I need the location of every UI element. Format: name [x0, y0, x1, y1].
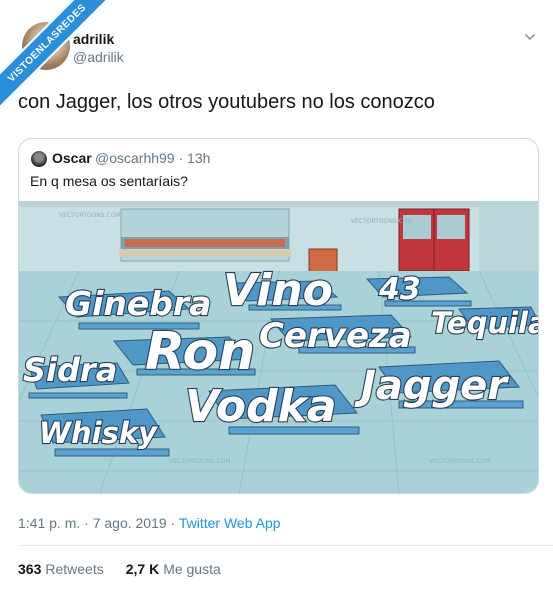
image-watermark: VECTORTOONS.COM — [169, 458, 231, 465]
label-43: 43 — [378, 272, 421, 307]
quoted-author-name: Oscar — [52, 150, 92, 166]
timestamp[interactable]: 1:41 p. m. · 7 ago. 2019 · — [18, 515, 179, 531]
label-vino: Vino — [223, 265, 333, 316]
watermark-ribbon: VISTOENLASREDES — [0, 0, 110, 110]
image-watermark: VECTORTOONS.COM — [351, 218, 413, 225]
retweets-stat[interactable]: 363 Retweets — [18, 561, 104, 577]
label-sidra: Sidra — [23, 351, 117, 389]
watermark-text: VISTOENLASREDES — [0, 0, 110, 110]
tweet-meta: 1:41 p. m. · 7 ago. 2019 · Twitter Web A… — [18, 515, 281, 531]
label-whisky: Whisky — [39, 416, 158, 450]
quoted-avatar — [31, 151, 47, 167]
retweets-label: Retweets — [45, 561, 104, 577]
label-ron: Ron — [145, 322, 255, 382]
retweets-count: 363 — [18, 561, 42, 577]
likes-label: Me gusta — [163, 561, 221, 577]
label-tequila: Tequila — [431, 306, 539, 340]
label-cerveza: Cerveza — [259, 316, 412, 356]
quoted-handle-time: @oscarhh99 · 13h — [95, 150, 211, 166]
image-watermark: VECTORTOONS.COM — [59, 212, 121, 219]
quoted-tweet[interactable]: Oscar @oscarhh99 · 13h En q mesa os sent… — [18, 138, 539, 494]
label-vodka: Vodka — [185, 381, 337, 432]
chevron-down-icon[interactable] — [523, 30, 537, 44]
image-watermark: VECTORTOONS.COM — [429, 458, 491, 465]
source-app-link[interactable]: Twitter Web App — [179, 515, 281, 531]
label-jagger: Jagger — [354, 363, 509, 409]
tweet-stats: 363 Retweets 2,7 K Me gusta — [18, 561, 221, 577]
quoted-text: En q mesa os sentaríais? — [30, 173, 188, 189]
quoted-image[interactable]: VECTORTOONS.COM VECTORTOONS.COM VECTORTO… — [19, 201, 539, 494]
label-ginebra: Ginebra — [65, 284, 211, 323]
likes-stat[interactable]: 2,7 K Me gusta — [126, 561, 221, 577]
likes-count: 2,7 K — [125, 561, 160, 577]
divider — [18, 545, 553, 546]
